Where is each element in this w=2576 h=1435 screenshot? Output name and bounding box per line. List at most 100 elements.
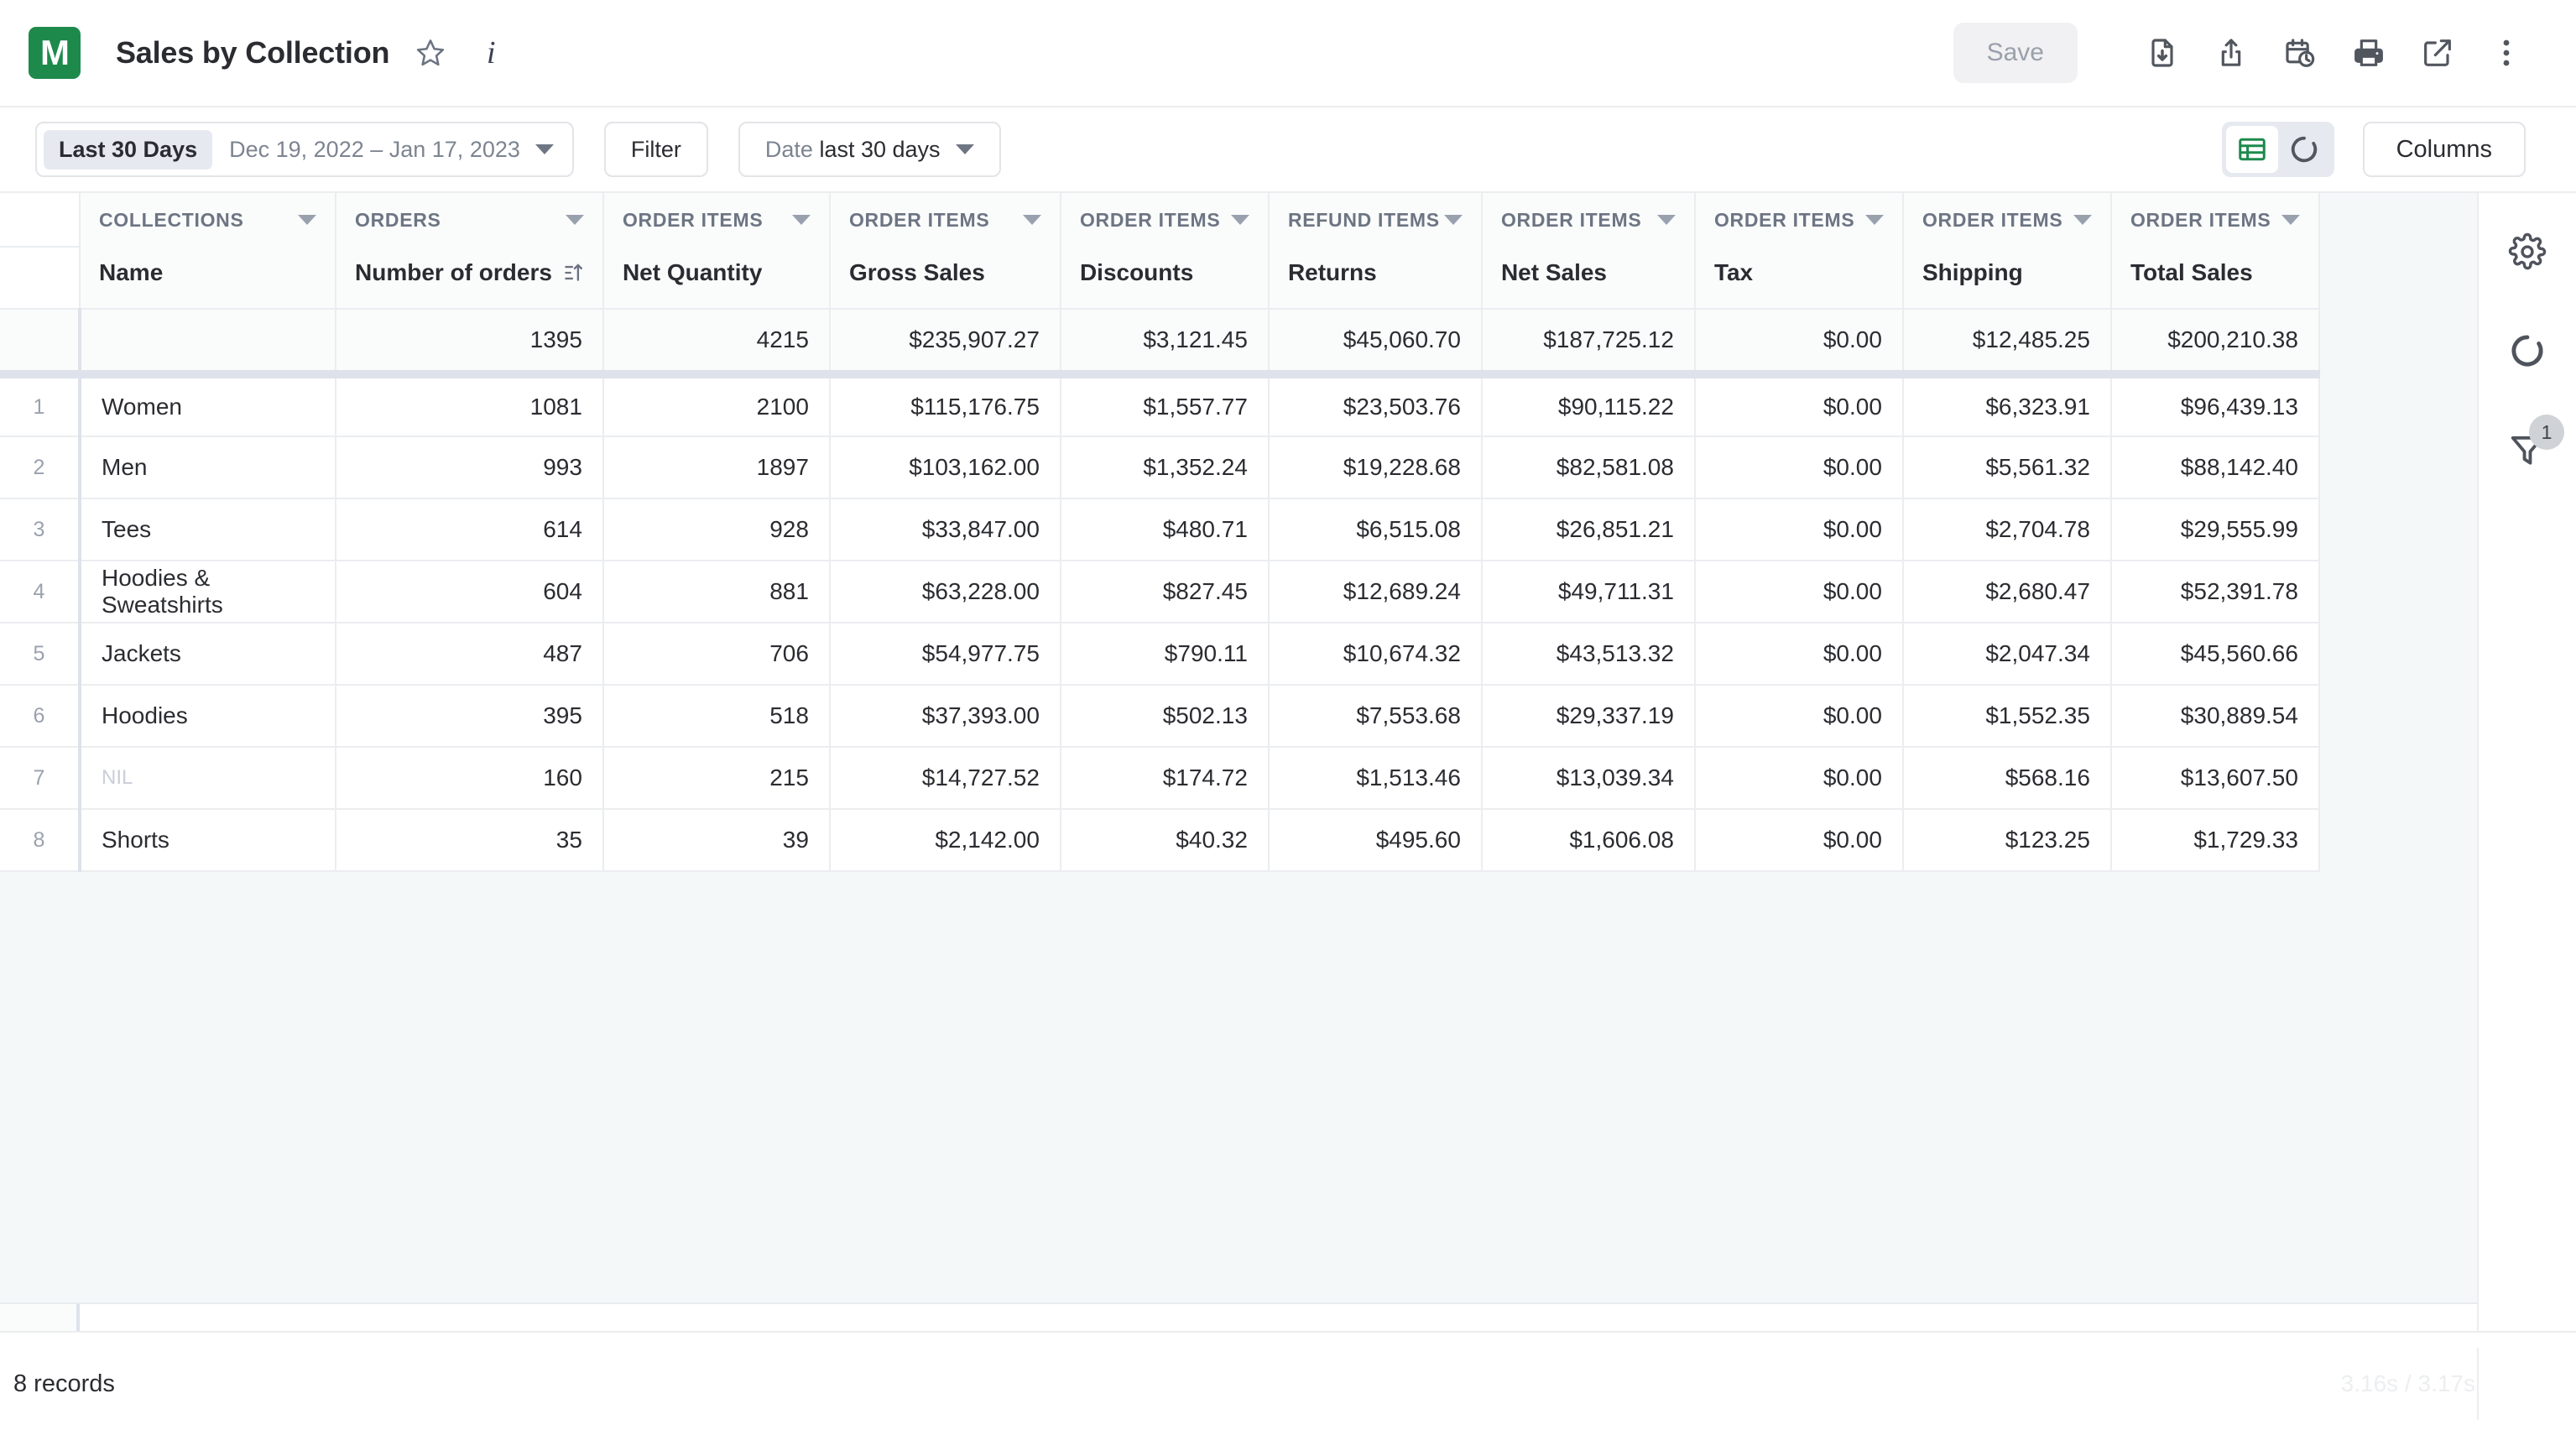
table-cell[interactable]: $6,515.08 [1268, 498, 1483, 561]
column-field-header[interactable]: Discounts [1060, 247, 1270, 310]
table-cell[interactable]: $2,704.78 [1902, 498, 2112, 561]
table-cell[interactable]: 881 [602, 561, 831, 624]
chevron-down-icon[interactable] [955, 144, 974, 154]
table-cell[interactable]: $82,581.08 [1481, 436, 1696, 499]
table-cell[interactable]: $43,513.32 [1481, 623, 1696, 686]
column-group-header[interactable]: ORDER ITEMS [829, 193, 1061, 247]
table-cell[interactable]: $29,555.99 [2110, 498, 2320, 561]
table-row[interactable]: 4 Hoodies & Sweatshirts 604 881 $63,228.00 $8… [0, 561, 2320, 624]
table-cell[interactable]: $45,560.66 [2110, 623, 2320, 686]
share-icon[interactable] [2197, 18, 2266, 87]
column-group-header[interactable]: ORDER ITEMS [1902, 193, 2112, 247]
chevron-down-icon[interactable] [1022, 215, 1041, 225]
table-cell[interactable]: $2,142.00 [829, 809, 1061, 872]
chevron-down-icon[interactable] [1864, 215, 1884, 225]
table-cell[interactable]: Jackets [80, 623, 336, 686]
column-field-header[interactable]: Gross Sales [829, 247, 1061, 310]
column-group-header[interactable]: ORDER ITEMS [1694, 193, 1904, 247]
table-row[interactable]: 1 Women 1081 2100 $115,176.75 $1,557.77 $23,50… [0, 374, 2320, 437]
table-row[interactable]: 3 Tees 614 928 $33,847.00 $480.71 $6,515.08 $26… [0, 498, 2320, 561]
table-cell[interactable]: $115,176.75 [829, 374, 1061, 437]
column-field-header[interactable]: Net Sales [1481, 247, 1696, 310]
table-cell[interactable]: $96,439.13 [2110, 374, 2320, 437]
table-cell[interactable]: $26,851.21 [1481, 498, 1696, 561]
table-cell[interactable]: $6,323.91 [1902, 374, 2112, 437]
table-cell[interactable]: 395 [336, 685, 604, 748]
table-cell[interactable]: $0.00 [1694, 374, 1904, 437]
table-row[interactable]: 8 Shorts 35 39 $2,142.00 $40.32 $495.60 $1,606.… [0, 809, 2320, 872]
download-icon[interactable] [2128, 18, 2197, 87]
table-cell[interactable]: Hoodies & Sweatshirts [80, 561, 336, 624]
table-row[interactable]: 2 Men 993 1897 $103,162.00 $1,352.24 $19,228.6… [0, 436, 2320, 499]
table-view-icon[interactable] [2225, 126, 2278, 173]
table-cell[interactable]: $123.25 [1902, 809, 2112, 872]
gear-icon[interactable] [2497, 222, 2558, 282]
table-cell[interactable]: $0.00 [1694, 809, 1904, 872]
date-range-control[interactable]: Last 30 Days Dec 19, 2022 – Jan 17, 2023 [35, 122, 574, 177]
chevron-down-icon[interactable] [2281, 215, 2300, 225]
horizontal-scrollbar[interactable] [0, 1302, 2477, 1331]
columns-button[interactable]: Columns [2362, 122, 2526, 177]
table-cell[interactable]: $19,228.68 [1268, 436, 1483, 499]
table-row[interactable]: 6 Hoodies 395 518 $37,393.00 $502.13 $7,553.68… [0, 685, 2320, 748]
column-group-header[interactable]: ORDER ITEMS [602, 193, 831, 247]
table-cell[interactable]: $2,680.47 [1902, 561, 2112, 624]
column-group-header[interactable]: ORDER ITEMS [1060, 193, 1270, 247]
table-cell[interactable]: $10,674.32 [1268, 623, 1483, 686]
table-cell[interactable]: Tees [80, 498, 336, 561]
donut-chart-icon[interactable] [2278, 126, 2330, 173]
table-cell[interactable]: 39 [602, 809, 831, 872]
table-cell[interactable]: $13,607.50 [2110, 747, 2320, 810]
table-cell[interactable]: Shorts [80, 809, 336, 872]
table-cell[interactable]: $23,503.76 [1268, 374, 1483, 437]
table-cell[interactable]: 993 [336, 436, 604, 499]
table-cell[interactable]: 614 [336, 498, 604, 561]
table-cell[interactable]: $174.72 [1060, 747, 1270, 810]
table-cell[interactable]: Women [80, 374, 336, 437]
table-cell[interactable]: $88,142.40 [2110, 436, 2320, 499]
table-cell[interactable]: $0.00 [1694, 685, 1904, 748]
table-cell[interactable]: $495.60 [1268, 809, 1483, 872]
column-group-header[interactable]: ORDER ITEMS [2110, 193, 2320, 247]
table-cell[interactable]: $7,553.68 [1268, 685, 1483, 748]
table-cell[interactable]: 1081 [336, 374, 604, 437]
table-cell[interactable]: $33,847.00 [829, 498, 1061, 561]
table-cell[interactable]: $0.00 [1694, 436, 1904, 499]
table-cell[interactable]: 35 [336, 809, 604, 872]
table-cell[interactable]: $14,727.52 [829, 747, 1061, 810]
star-outline-icon[interactable] [411, 34, 450, 72]
column-field-header[interactable]: Net Quantity [602, 247, 831, 310]
sort-ascending-icon[interactable] [562, 260, 584, 285]
table-cell[interactable]: NIL [80, 747, 336, 810]
table-cell[interactable]: $49,711.31 [1481, 561, 1696, 624]
table-row[interactable]: 5 Jackets 487 706 $54,977.75 $790.11 $10,674.3… [0, 623, 2320, 686]
table-cell[interactable]: $90,115.22 [1481, 374, 1696, 437]
table-cell[interactable]: $30,889.54 [2110, 685, 2320, 748]
column-field-header[interactable]: Tax [1694, 247, 1904, 310]
info-icon[interactable]: i [472, 34, 510, 72]
print-icon[interactable] [2334, 18, 2403, 87]
table-cell[interactable]: $40.32 [1060, 809, 1270, 872]
date-preset-pill[interactable]: Last 30 Days [44, 129, 213, 170]
table-cell[interactable]: 706 [602, 623, 831, 686]
chevron-down-icon[interactable] [565, 215, 584, 225]
table-cell[interactable]: 928 [602, 498, 831, 561]
table-cell[interactable]: $0.00 [1694, 623, 1904, 686]
table-cell[interactable]: $2,047.34 [1902, 623, 2112, 686]
chevron-down-icon[interactable] [1656, 215, 1676, 225]
column-field-header[interactable]: Name [80, 247, 336, 310]
table-cell[interactable]: $54,977.75 [829, 623, 1061, 686]
column-group-header[interactable]: COLLECTIONS [80, 193, 336, 247]
table-cell[interactable]: 1897 [602, 436, 831, 499]
filter-icon[interactable]: 1 [2497, 415, 2564, 480]
open-external-icon[interactable] [2403, 18, 2472, 87]
column-field-header[interactable]: Returns [1268, 247, 1483, 310]
table-cell[interactable]: $37,393.00 [829, 685, 1061, 748]
column-group-header[interactable]: REFUND ITEMS [1268, 193, 1483, 247]
table-cell[interactable]: $5,561.32 [1902, 436, 2112, 499]
date-filter-dropdown[interactable]: Date last 30 days [738, 122, 1001, 177]
table-cell[interactable]: 160 [336, 747, 604, 810]
table-cell[interactable]: $1,352.24 [1060, 436, 1270, 499]
chevron-down-icon[interactable] [534, 144, 554, 154]
app-logo[interactable]: M [29, 27, 81, 79]
